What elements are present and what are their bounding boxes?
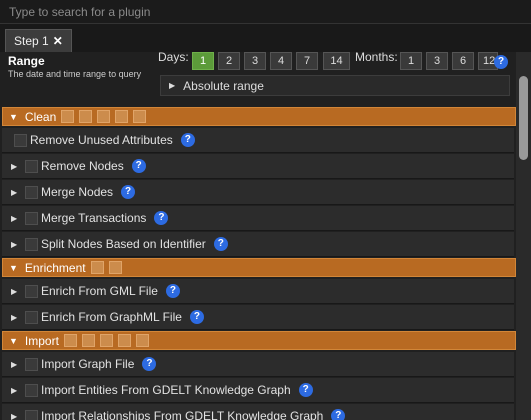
plugin-row-merge-transactions[interactable]: ▶ Merge Transactions? bbox=[2, 206, 514, 231]
section-select-checkbox[interactable] bbox=[97, 110, 111, 123]
plugin-row-merge-nodes[interactable]: ▶ Merge Nodes? bbox=[2, 180, 514, 205]
range-help-icon[interactable]: ? bbox=[494, 55, 508, 69]
scrollbar[interactable] bbox=[516, 52, 531, 420]
section-title: Enrichment bbox=[24, 260, 86, 275]
plugin-row-enrich-from-graphml-file[interactable]: ▶ Enrich From GraphML File? bbox=[2, 305, 514, 330]
help-icon[interactable]: ? bbox=[121, 185, 136, 199]
expand-arrow-icon: ▶ bbox=[169, 81, 176, 90]
section-select-checkbox[interactable] bbox=[90, 261, 104, 274]
day-button-2[interactable]: 2 bbox=[218, 52, 240, 70]
section-select-checkbox[interactable] bbox=[63, 334, 77, 347]
plugin-label: Merge Transactions bbox=[41, 211, 147, 225]
help-icon[interactable]: ? bbox=[142, 357, 157, 371]
expand-arrow-icon[interactable]: ▶ bbox=[11, 313, 21, 322]
section-header-enrichment[interactable]: ▼ Enrichment bbox=[2, 258, 516, 277]
plugin-row-enrich-from-gml-file[interactable]: ▶ Enrich From GML File? bbox=[2, 279, 514, 304]
plugin-row-import-graph-file[interactable]: ▶ Import Graph File? bbox=[2, 352, 514, 377]
day-button-14[interactable]: 14 bbox=[323, 52, 350, 70]
help-icon[interactable]: ? bbox=[298, 383, 313, 397]
help-icon[interactable]: ? bbox=[189, 310, 204, 324]
month-button-1[interactable]: 1 bbox=[400, 52, 422, 70]
close-icon[interactable]: ✕ bbox=[53, 34, 63, 48]
help-icon[interactable]: ? bbox=[165, 284, 180, 298]
range-title: Range bbox=[8, 54, 45, 68]
collapse-arrow-icon: ▼ bbox=[9, 111, 18, 122]
plugin-label: Enrich From GraphML File bbox=[41, 310, 182, 324]
help-icon[interactable]: ? bbox=[154, 211, 169, 225]
day-button-4[interactable]: 4 bbox=[270, 52, 292, 70]
expand-arrow-icon[interactable]: ▶ bbox=[11, 162, 21, 171]
month-button-6[interactable]: 6 bbox=[452, 52, 474, 70]
plugin-checkbox[interactable] bbox=[25, 310, 38, 324]
expand-arrow-icon[interactable]: ▶ bbox=[11, 386, 21, 395]
range-subtitle: The date and time range to query bbox=[8, 69, 142, 79]
plugin-checkbox[interactable] bbox=[25, 357, 38, 371]
section-select-checkbox[interactable] bbox=[108, 261, 122, 274]
tab-bar: Step 1 ✕ bbox=[0, 24, 531, 52]
section-title: Clean bbox=[24, 109, 57, 124]
range-panel: Range The date and time range to query D… bbox=[0, 52, 516, 104]
plugin-search-input[interactable] bbox=[0, 0, 531, 23]
absolute-range-label: Absolute range bbox=[183, 78, 264, 93]
plugin-checkbox[interactable] bbox=[25, 284, 38, 298]
help-icon[interactable]: ? bbox=[213, 237, 228, 251]
plugin-label: Import Graph File bbox=[41, 357, 135, 371]
expand-arrow-icon[interactable]: ▶ bbox=[11, 214, 21, 223]
plugin-row-import-relationships-from-gdelt-knowledge-graph[interactable]: ▶ Import Relationships From GDELT Knowled… bbox=[2, 404, 514, 420]
plugin-checkbox[interactable] bbox=[25, 211, 38, 225]
plugin-label: Import Relationships From GDELT Knowledg… bbox=[41, 409, 324, 420]
plugin-row-split-nodes-based-on-identifier[interactable]: ▶ Split Nodes Based on Identifier? bbox=[2, 232, 514, 257]
section-select-checkbox[interactable] bbox=[61, 110, 75, 123]
help-icon[interactable]: ? bbox=[180, 133, 195, 147]
day-button-7[interactable]: 7 bbox=[296, 52, 318, 70]
plugin-label: Enrich From GML File bbox=[41, 284, 158, 298]
section-select-checkbox[interactable] bbox=[135, 334, 149, 347]
plugin-search-bar bbox=[0, 0, 531, 24]
days-label: Days: bbox=[158, 52, 189, 64]
plugin-checkbox[interactable] bbox=[25, 237, 38, 251]
section-header-import[interactable]: ▼ Import bbox=[2, 331, 516, 350]
plugin-checkbox[interactable] bbox=[14, 133, 27, 147]
section-title: Import bbox=[24, 333, 59, 348]
expand-arrow-icon[interactable]: ▶ bbox=[11, 412, 21, 420]
plugin-label: Remove Nodes bbox=[41, 159, 124, 173]
plugin-row-import-entities-from-gdelt-knowledge-graph[interactable]: ▶ Import Entities From GDELT Knowledge Gr… bbox=[2, 378, 514, 403]
day-button-3[interactable]: 3 bbox=[244, 52, 266, 70]
expand-arrow-icon[interactable]: ▶ bbox=[11, 360, 21, 369]
absolute-range-toggle[interactable]: ▶ Absolute range bbox=[160, 75, 510, 96]
section-select-checkbox[interactable] bbox=[79, 110, 93, 123]
scrollbar-thumb[interactable] bbox=[519, 76, 528, 160]
expand-arrow-icon[interactable]: ▶ bbox=[11, 287, 21, 296]
section-select-checkbox[interactable] bbox=[99, 334, 113, 347]
plugin-checkbox[interactable] bbox=[25, 383, 38, 397]
expand-arrow-icon[interactable]: ▶ bbox=[11, 240, 21, 249]
section-header-clean[interactable]: ▼ Clean bbox=[2, 107, 516, 126]
plugin-label: Remove Unused Attributes bbox=[30, 133, 173, 147]
plugin-checkbox[interactable] bbox=[25, 159, 38, 173]
help-icon[interactable]: ? bbox=[131, 159, 146, 173]
plugin-checkbox[interactable] bbox=[25, 409, 38, 420]
plugin-label: Merge Nodes bbox=[41, 185, 114, 199]
plugin-checkbox[interactable] bbox=[25, 185, 38, 199]
tab-label: Step 1 bbox=[14, 34, 49, 48]
plugin-label: Import Entities From GDELT Knowledge Gra… bbox=[41, 383, 291, 397]
plugin-label: Split Nodes Based on Identifier bbox=[41, 237, 206, 251]
expand-arrow-icon[interactable]: ▶ bbox=[11, 188, 21, 197]
collapse-arrow-icon: ▼ bbox=[9, 262, 18, 273]
section-select-checkbox[interactable] bbox=[117, 334, 131, 347]
day-button-1[interactable]: 1 bbox=[192, 52, 214, 70]
section-select-checkbox[interactable] bbox=[81, 334, 95, 347]
section-select-checkbox[interactable] bbox=[133, 110, 147, 123]
plugin-panel: Range The date and time range to query D… bbox=[0, 52, 516, 420]
collapse-arrow-icon: ▼ bbox=[9, 335, 18, 346]
months-label: Months: bbox=[355, 52, 398, 64]
month-button-3[interactable]: 3 bbox=[426, 52, 448, 70]
plugin-row-remove-nodes[interactable]: ▶ Remove Nodes? bbox=[2, 154, 514, 179]
section-select-checkbox[interactable] bbox=[115, 110, 129, 123]
plugin-row-remove-unused-attributes[interactable]: Remove Unused Attributes? bbox=[2, 128, 514, 153]
tab-step-1[interactable]: Step 1 ✕ bbox=[5, 29, 72, 52]
help-icon[interactable]: ? bbox=[331, 409, 346, 420]
